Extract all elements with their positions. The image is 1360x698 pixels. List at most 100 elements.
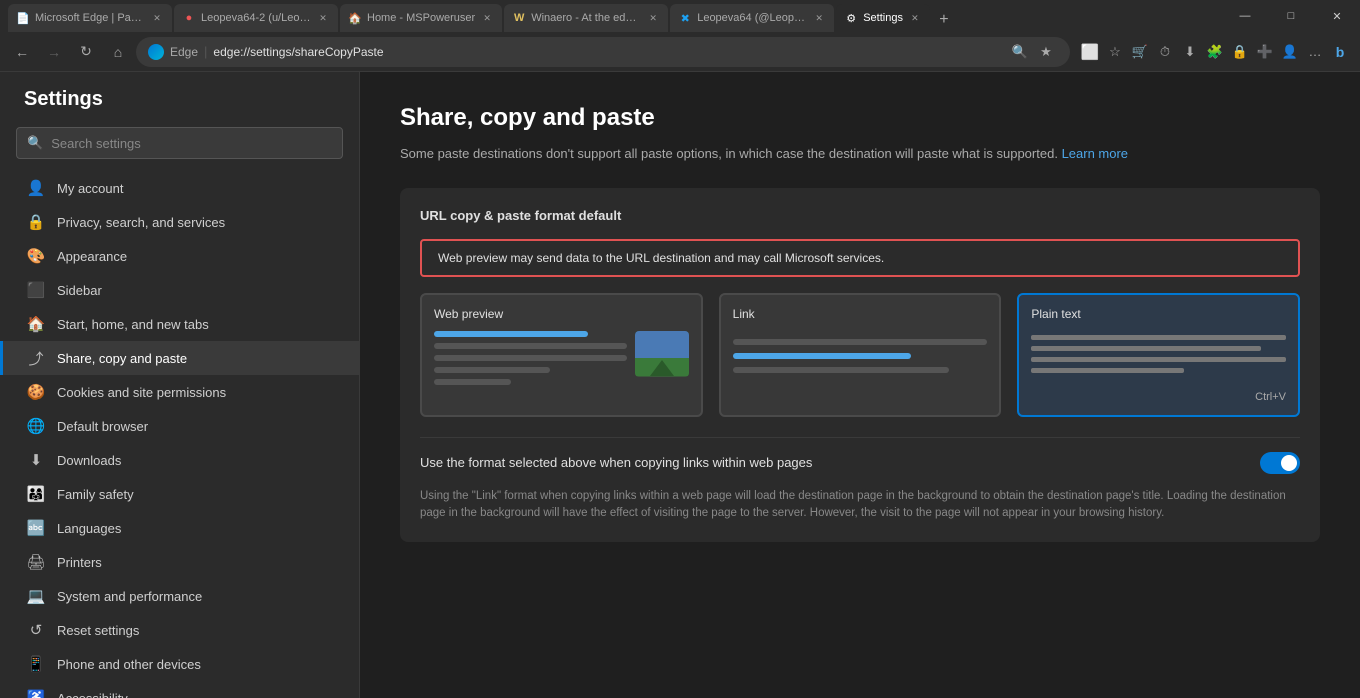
toolbar-icons: ⬜ ☆ 🛒 ⏱ ⬇ 🧩 🔒 ➕ 👤 … b [1078,40,1352,64]
printers-icon: 🖨 [27,553,45,571]
address-url: edge://settings/shareCopyPaste [213,45,383,59]
tab-3[interactable]: W Winaero - At the edge of... ✕ [504,4,668,32]
tab-5[interactable]: ⚙ Settings ✕ [836,4,930,32]
favorites-toolbar-icon[interactable]: ☆ [1103,40,1127,64]
address-bar-input[interactable]: Edge | edge://settings/shareCopyPaste 🔍 … [136,37,1070,67]
sidebar-item-label-share-copy: Share, copy and paste [57,351,187,366]
tab-close-5[interactable]: ✕ [908,11,922,25]
shortcut-label: Ctrl+V [1031,391,1286,403]
sidebar-item-printers[interactable]: 🖨 Printers [0,545,359,579]
tab-favicon-0: 📄 [16,11,30,25]
sidebar-item-default-browser[interactable]: 🌐 Default browser [0,409,359,443]
tab-label-2: Home - MSPoweruser [367,12,475,24]
sidebar-item-share-copy[interactable]: ⤴ Share, copy and paste [0,341,359,375]
format-card-link[interactable]: Link [719,293,1002,417]
profile-icon[interactable]: 👤 [1278,40,1302,64]
tab-close-3[interactable]: ✕ [646,11,660,25]
sidebar-item-reset[interactable]: ↺ Reset settings [0,613,359,647]
search-icon: 🔍 [27,135,43,151]
wp-line-gray-4 [434,379,511,385]
sidebar-item-appearance[interactable]: 🎨 Appearance [0,239,359,273]
tab-2[interactable]: 🏠 Home - MSPoweruser ✕ [340,4,502,32]
tab-favicon-3: W [512,11,526,25]
tab-close-1[interactable]: ✕ [316,11,330,25]
sidebar-item-accessibility[interactable]: ♿ Accessibility [0,681,359,698]
format-card-plain-text[interactable]: Plain text Ctrl+V [1017,293,1300,417]
search-box[interactable]: 🔍 Search settings [16,127,343,159]
privacy-icon: 🔒 [27,213,45,231]
back-button[interactable]: ← [8,38,36,66]
sidebar-item-downloads[interactable]: ⬇ Downloads [0,443,359,477]
home-button[interactable]: ⌂ [104,38,132,66]
sidebar-item-label-accessibility: Accessibility [57,691,128,698]
tab-close-0[interactable]: ✕ [150,11,164,25]
settings-card: URL copy & paste format default Web prev… [400,188,1320,543]
window-controls: — □ ✕ [1222,0,1360,32]
appearance-icon: 🎨 [27,247,45,265]
sidebar: Settings 🔍 Search settings 👤 My account … [0,72,360,698]
collections-icon[interactable]: 🛒 [1128,40,1152,64]
new-tab-button[interactable]: + [932,8,956,32]
web-preview-lines [434,331,627,391]
toggle-knob [1281,455,1297,471]
sidebar-item-label-cookies: Cookies and site permissions [57,385,226,400]
web-preview-land [635,358,689,376]
sidebar-item-my-account[interactable]: 👤 My account [0,171,359,205]
sidebar-item-label-privacy: Privacy, search, and services [57,215,225,230]
sidebar-item-languages[interactable]: 🔤 Languages [0,511,359,545]
tab-1[interactable]: ● Leopeva64-2 (u/Leopeva6... ✕ [174,4,338,32]
web-preview-mountain [650,360,674,376]
split-screen-icon[interactable]: ⬜ [1078,40,1102,64]
sidebar-item-system[interactable]: 💻 System and performance [0,579,359,613]
pt-line-1 [1031,335,1286,340]
share-icon[interactable]: ➕ [1253,40,1277,64]
my-account-icon: 👤 [27,179,45,197]
warning-text: Web preview may send data to the URL des… [438,251,884,265]
tab-label-3: Winaero - At the edge of... [531,12,641,24]
sidebar-item-label-default-browser: Default browser [57,419,148,434]
minimize-button[interactable]: — [1222,0,1268,32]
tab-favicon-2: 🏠 [348,11,362,25]
edge-logo-icon [148,44,164,60]
performance-icon[interactable]: 🔒 [1228,40,1252,64]
sidebar-item-cookies[interactable]: 🍪 Cookies and site permissions [0,375,359,409]
toggle-switch[interactable] [1260,452,1300,474]
sidebar-item-label-my-account: My account [57,181,123,196]
tab-favicon-1: ● [182,11,196,25]
sidebar-item-phone[interactable]: 📱 Phone and other devices [0,647,359,681]
search-icon[interactable]: 🔍 [1008,40,1032,64]
tab-0[interactable]: 📄 Microsoft Edge | Page 148 ✕ [8,4,172,32]
format-card-title-plain-text: Plain text [1031,307,1286,321]
learn-more-link[interactable]: Learn more [1062,146,1128,161]
tab-4[interactable]: ✖ Leopeva64 (@Leopeva64... ✕ [670,4,834,32]
tab-label-0: Microsoft Edge | Page 148 [35,12,145,24]
page-description: Some paste destinations don't support al… [400,144,1320,164]
more-icon[interactable]: … [1303,40,1327,64]
sidebar-icon: ⬛ [27,281,45,299]
sidebar-item-start-home[interactable]: 🏠 Start, home, and new tabs [0,307,359,341]
refresh-button[interactable]: ↻ [72,38,100,66]
default-browser-icon: 🌐 [27,417,45,435]
history-icon[interactable]: ⏱ [1153,40,1177,64]
downloads-icon[interactable]: ⬇ [1178,40,1202,64]
toggle-description: Using the "Link" format when copying lin… [420,488,1300,523]
start-home-icon: 🏠 [27,315,45,333]
sidebar-item-sidebar[interactable]: ⬛ Sidebar [0,273,359,307]
sidebar-item-privacy[interactable]: 🔒 Privacy, search, and services [0,205,359,239]
close-button[interactable]: ✕ [1314,0,1360,32]
sidebar-item-family-safety[interactable]: 👨‍👩‍👧 Family safety [0,477,359,511]
link-mock [733,331,988,389]
extensions-icon[interactable]: 🧩 [1203,40,1227,64]
maximize-button[interactable]: □ [1268,0,1314,32]
tab-close-4[interactable]: ✕ [812,11,826,25]
wp-line-blue [434,331,588,337]
tab-close-2[interactable]: ✕ [480,11,494,25]
downloads-icon: ⬇ [27,451,45,469]
favorites-icon[interactable]: ★ [1034,40,1058,64]
format-card-web-preview[interactable]: Web preview [420,293,703,417]
web-preview-sky [635,331,689,359]
forward-button[interactable]: → [40,38,68,66]
warning-banner: Web preview may send data to the URL des… [420,239,1300,277]
bing-icon[interactable]: b [1328,40,1352,64]
family-safety-icon: 👨‍👩‍👧 [27,485,45,503]
